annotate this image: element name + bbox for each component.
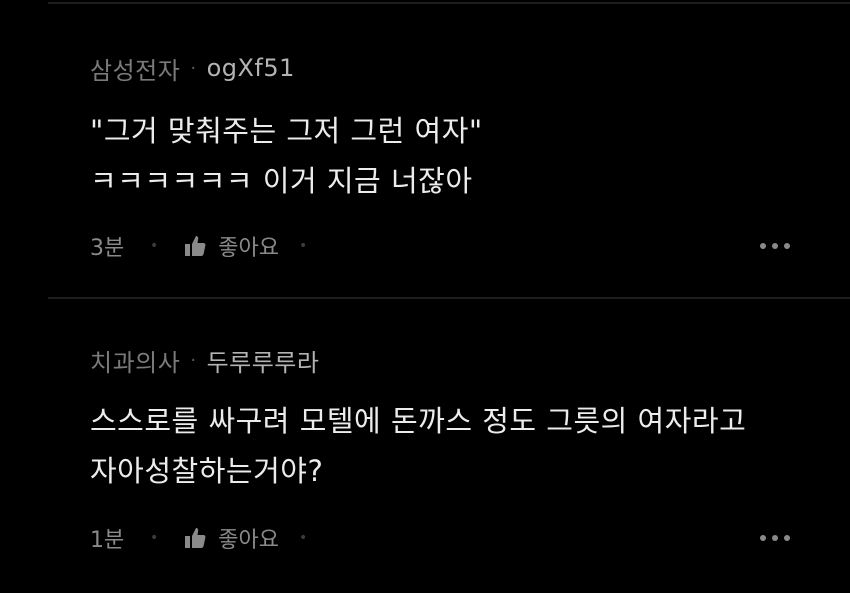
- comment-actions: 1분 • 좋아요 •: [90, 520, 790, 556]
- comment-meta: 삼성전자 · ogXf51: [90, 48, 850, 88]
- action-separator: •: [150, 530, 159, 546]
- thumbs-up-icon[interactable]: [182, 233, 208, 259]
- more-horizontal-icon[interactable]: [760, 535, 790, 541]
- meta-separator: ·: [190, 349, 197, 371]
- more-dot: [760, 243, 766, 249]
- comment-item: 치과의사 · 두루루루라 스스로를 싸구려 모텔에 돈까스 정도 그릇의 여자라…: [90, 340, 850, 553]
- like-button[interactable]: 좋아요: [218, 522, 279, 554]
- more-dot: [772, 243, 778, 249]
- more-dot: [760, 535, 766, 541]
- top-divider: [48, 2, 850, 4]
- comment-meta: 치과의사 · 두루루루라: [90, 340, 850, 380]
- action-separator: •: [150, 238, 159, 254]
- comment-body: 스스로를 싸구려 모텔에 돈까스 정도 그릇의 여자라고 자아성찰하는거야?: [90, 404, 747, 488]
- comment-user-id[interactable]: 두루루루라: [207, 343, 320, 378]
- more-horizontal-icon[interactable]: [760, 243, 790, 249]
- comment-divider: [48, 297, 850, 299]
- comment-actions: 3분 • 좋아요 •: [90, 228, 790, 264]
- action-separator: •: [299, 238, 308, 254]
- more-dot: [784, 535, 790, 541]
- comment-timestamp: 1분: [90, 528, 125, 553]
- meta-separator: ·: [190, 57, 197, 79]
- comment-timestamp: 3분: [90, 236, 125, 261]
- more-dot: [784, 243, 790, 249]
- comment-author[interactable]: 삼성전자: [90, 51, 180, 86]
- like-button[interactable]: 좋아요: [218, 230, 279, 262]
- action-separator: •: [299, 530, 308, 546]
- comment-user-id[interactable]: ogXf51: [207, 54, 295, 82]
- thumbs-up-icon[interactable]: [182, 525, 208, 551]
- comment-screen: 삼성전자 · ogXf51 "그거 맞춰주는 그저 그런 여자" ㅋㅋㅋㅋㅋㅋ …: [0, 0, 850, 593]
- comment-author[interactable]: 치과의사: [90, 343, 180, 378]
- comment-body: "그거 맞춰주는 그저 그런 여자" ㅋㅋㅋㅋㅋㅋ 이거 지금 너잖아: [90, 114, 483, 198]
- comment-item: 삼성전자 · ogXf51 "그거 맞춰주는 그저 그런 여자" ㅋㅋㅋㅋㅋㅋ …: [90, 48, 850, 261]
- more-dot: [772, 535, 778, 541]
